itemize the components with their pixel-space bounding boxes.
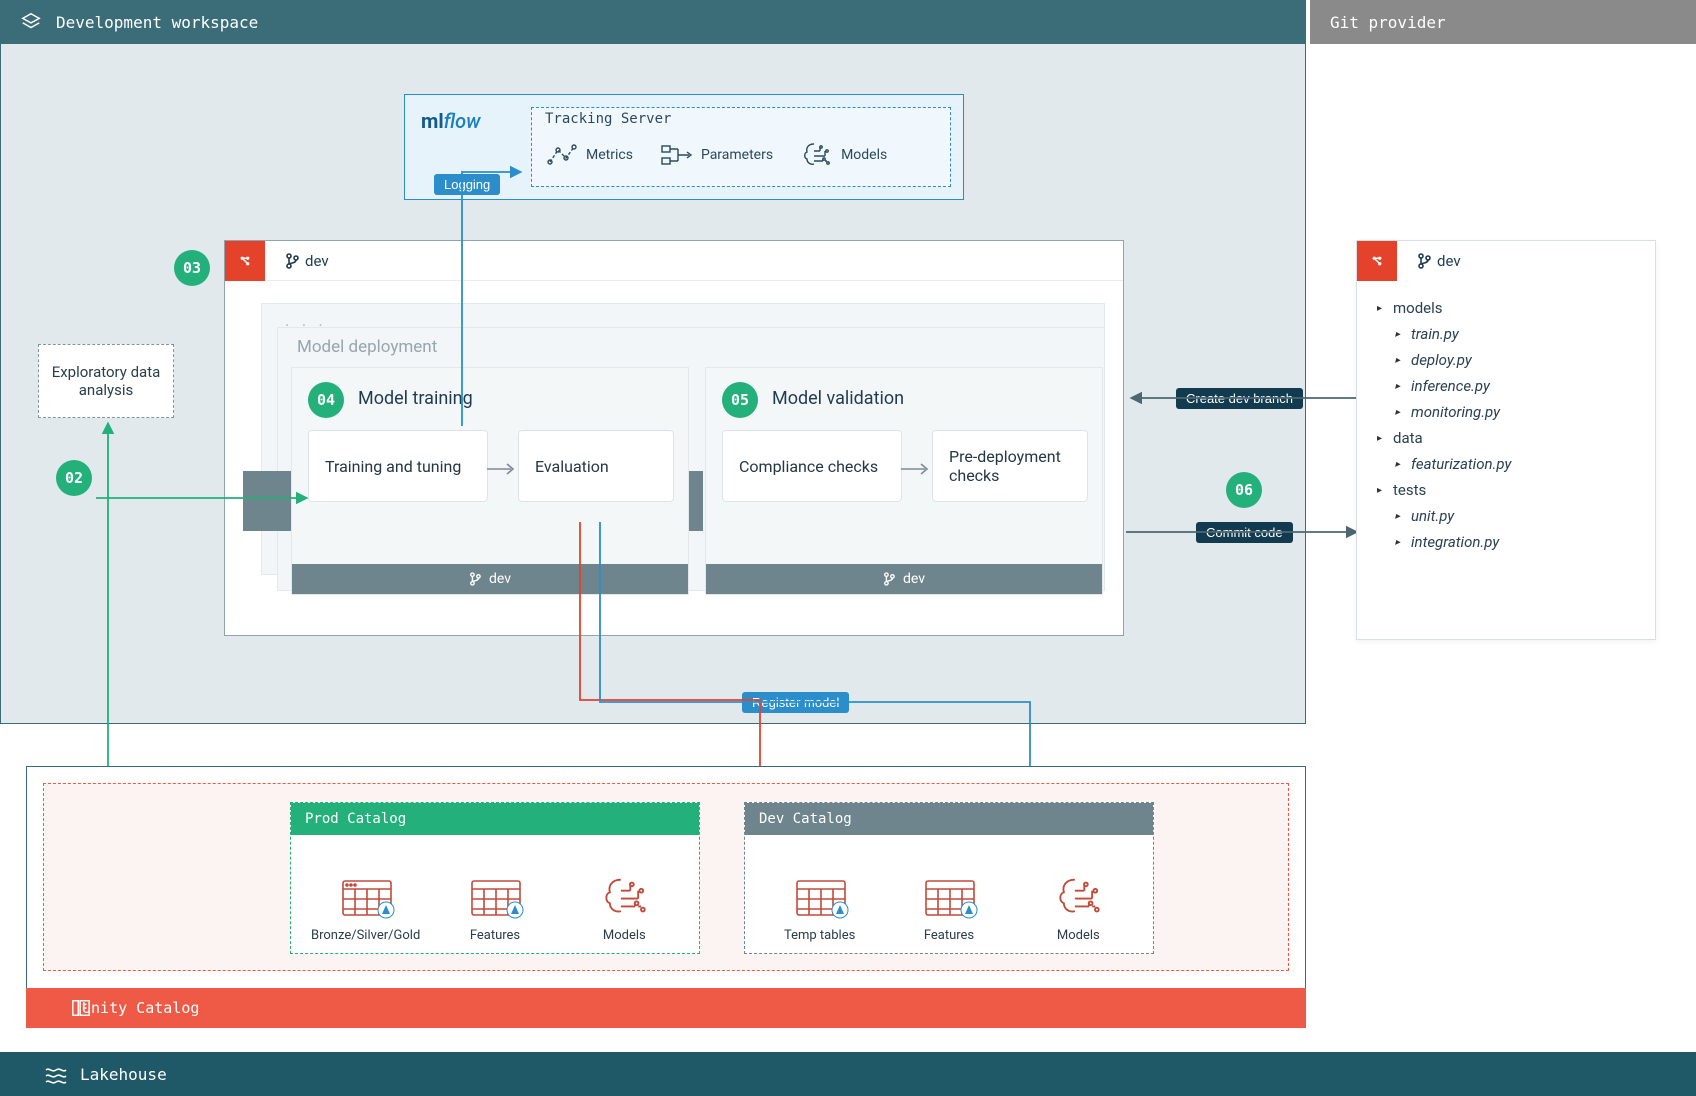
file-deploy: ▸deploy.py — [1377, 347, 1639, 373]
file-inference: ▸inference.py — [1377, 373, 1639, 399]
step-02: 02 — [56, 460, 92, 496]
dev-workspace-title: Development workspace — [56, 13, 258, 32]
step-04: 04 — [308, 382, 344, 418]
unity-catalog-bar: Unity Catalog — [26, 988, 1306, 1028]
catalog-icon — [70, 998, 92, 1018]
delta-badge-icon — [377, 901, 395, 919]
logging-label: Logging — [434, 174, 500, 195]
git-repo-header: dev — [1357, 241, 1655, 281]
delta-badge-icon — [506, 901, 524, 919]
folder-tests: ▸tests — [1377, 477, 1639, 503]
git-icon — [1357, 241, 1397, 281]
eda-box: Exploratory data analysis — [38, 344, 174, 418]
model-training-stage: 04 Model training Training and tuning Ev… — [291, 367, 689, 595]
training-tuning-card: Training and tuning — [308, 430, 488, 502]
models-brain-icon — [1054, 875, 1102, 919]
mlflow-logo: mlflow — [421, 109, 481, 133]
file-train: ▸train.py — [1377, 321, 1639, 347]
model-validation-stage: 05 Model validation Compliance checks Pr… — [705, 367, 1103, 595]
evaluation-card: Evaluation — [518, 430, 674, 502]
git-provider-header: Git provider — [1310, 0, 1696, 44]
step-06: 06 — [1226, 472, 1262, 508]
arrow-compliance-predep — [901, 461, 931, 477]
models-brain-icon — [801, 141, 831, 169]
delta-badge-icon — [831, 901, 849, 919]
git-repo-panel: dev ▸models ▸train.py ▸deploy.py ▸infere… — [1356, 240, 1656, 640]
dev-cat-temp: Temp tables — [760, 872, 880, 943]
file-monitoring: ▸monitoring.py — [1377, 399, 1639, 425]
git-icon — [225, 241, 265, 281]
metrics-icon — [546, 142, 576, 168]
step-03: 03 — [174, 250, 210, 286]
git-provider-title: Git provider — [1330, 13, 1446, 32]
predeployment-checks-card: Pre-deployment checks — [932, 430, 1088, 502]
step-05: 05 — [722, 382, 758, 418]
parameters-icon — [661, 142, 691, 168]
unity-catalog-title: Unity Catalog — [82, 999, 199, 1017]
model-validation-title: Model validation — [772, 388, 904, 409]
validation-footer: dev — [706, 564, 1102, 594]
prod-cat-tables: Bronze/Silver/Gold — [306, 872, 426, 943]
lakehouse-title: Lakehouse — [80, 1065, 167, 1084]
dev-cat-models: Models — [1018, 872, 1138, 943]
lakehouse-icon — [44, 1064, 68, 1084]
arrow-train-eval — [487, 461, 517, 477]
unity-catalog-inner: Prod Catalog Bronze/Silver/Gold — [43, 783, 1289, 971]
prod-catalog: Prod Catalog Bronze/Silver/Gold — [290, 802, 700, 954]
development-workspace-header: Development workspace — [0, 0, 1306, 44]
lakehouse-bar: Lakehouse — [0, 1052, 1696, 1096]
dev-git-container: dev . . . Model deployment 04 Model trai… — [224, 240, 1124, 636]
dev-catalog: Dev Catalog Temp tables — [744, 802, 1154, 954]
prod-catalog-title: Prod Catalog — [291, 803, 699, 835]
compliance-checks-card: Compliance checks — [722, 430, 902, 502]
stage-stack-stub-left — [243, 471, 291, 531]
prod-cat-models: Models — [564, 872, 684, 943]
file-integration: ▸integration.py — [1377, 529, 1639, 555]
branch-tag-dev: dev — [277, 252, 329, 270]
training-footer: dev — [292, 564, 688, 594]
deployment-title: Model deployment — [297, 337, 437, 357]
branch-icon — [883, 572, 895, 586]
tracking-parameters: Parameters — [661, 142, 773, 168]
tracking-metrics: Metrics — [546, 142, 633, 168]
branch-icon — [285, 253, 299, 269]
branch-icon — [1417, 253, 1431, 269]
file-featurization: ▸featurization.py — [1377, 451, 1639, 477]
branch-icon — [469, 572, 481, 586]
tracking-server-title: Tracking Server — [545, 111, 671, 127]
file-unit: ▸unit.py — [1377, 503, 1639, 529]
dev-git-header: dev — [225, 241, 1123, 281]
register-model-label: Register model — [742, 692, 849, 713]
folder-data: ▸data — [1377, 425, 1639, 451]
commit-code-label: Commit code — [1196, 522, 1293, 543]
stack-icon — [20, 11, 42, 33]
dev-cat-features: Features — [889, 872, 1009, 943]
dev-catalog-title: Dev Catalog — [745, 803, 1153, 835]
models-brain-icon — [600, 875, 648, 919]
model-training-title: Model training — [358, 388, 473, 409]
create-dev-branch-label: Create dev branch — [1176, 388, 1303, 409]
tracking-models: Models — [801, 141, 887, 169]
delta-badge-icon — [960, 901, 978, 919]
folder-models: ▸models — [1377, 295, 1639, 321]
branch-tag-dev: dev — [1409, 252, 1461, 270]
prod-cat-features: Features — [435, 872, 555, 943]
git-file-tree: ▸models ▸train.py ▸deploy.py ▸inference.… — [1357, 281, 1655, 555]
